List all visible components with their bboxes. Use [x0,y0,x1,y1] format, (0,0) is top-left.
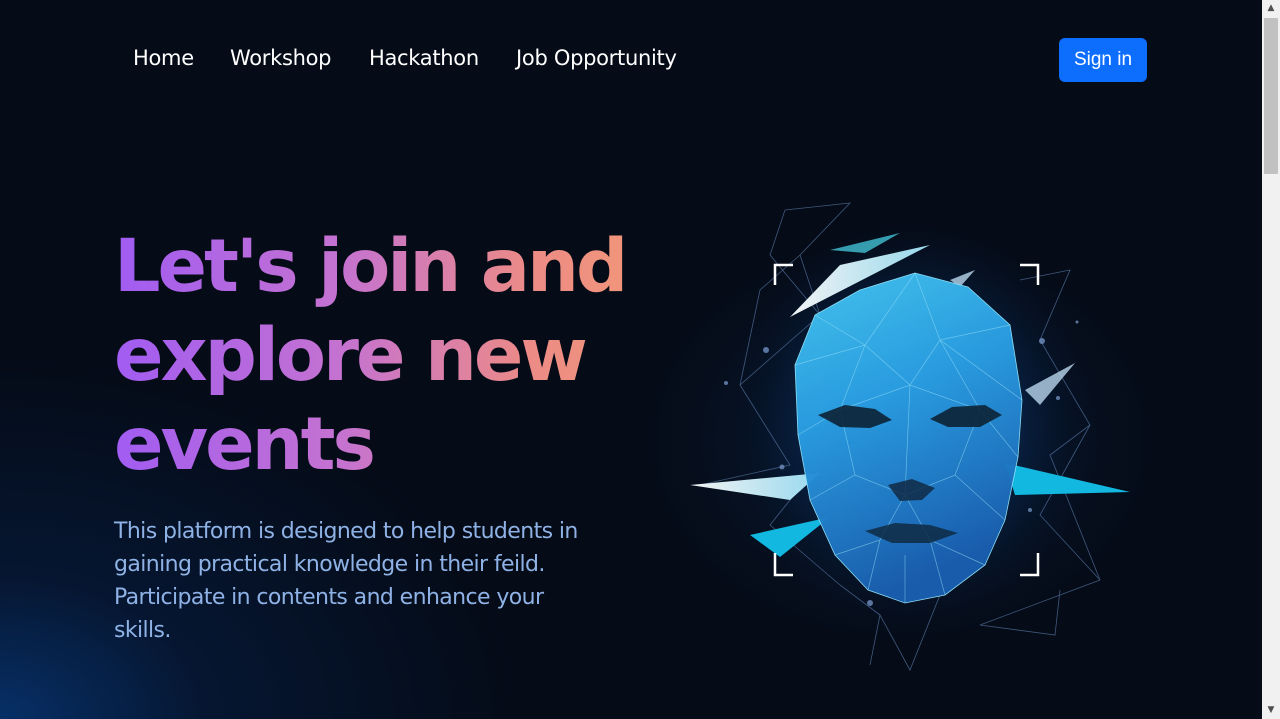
nav-link-job-opportunity[interactable]: Job Opportunity [516,46,677,70]
sign-in-button[interactable]: Sign in [1059,38,1147,82]
hero-title-line: explore new [114,313,585,398]
top-navbar: Home Workshop Hackathon Job Opportunity … [0,38,1262,84]
hero-description: This platform is designed to help studen… [114,519,578,643]
page-scrollbar[interactable]: ▲ ▼ [1262,0,1280,719]
landing-page: Home Workshop Hackathon Job Opportunity … [0,0,1262,719]
polygon-face-illustration [680,195,1140,675]
nav-link-home[interactable]: Home [133,46,194,70]
scroll-thumb[interactable] [1264,18,1278,174]
hero-title-line: events [114,402,373,487]
polygon-face-icon [690,202,1130,671]
hero-title: Let's join and explore new events [114,222,634,489]
nav-link-hackathon[interactable]: Hackathon [369,46,479,70]
scroll-up-icon[interactable]: ▲ [1262,0,1280,17]
nav-link-workshop[interactable]: Workshop [230,46,332,70]
hero-title-line: Let's join and [114,224,626,309]
scroll-down-icon[interactable]: ▼ [1262,702,1280,719]
